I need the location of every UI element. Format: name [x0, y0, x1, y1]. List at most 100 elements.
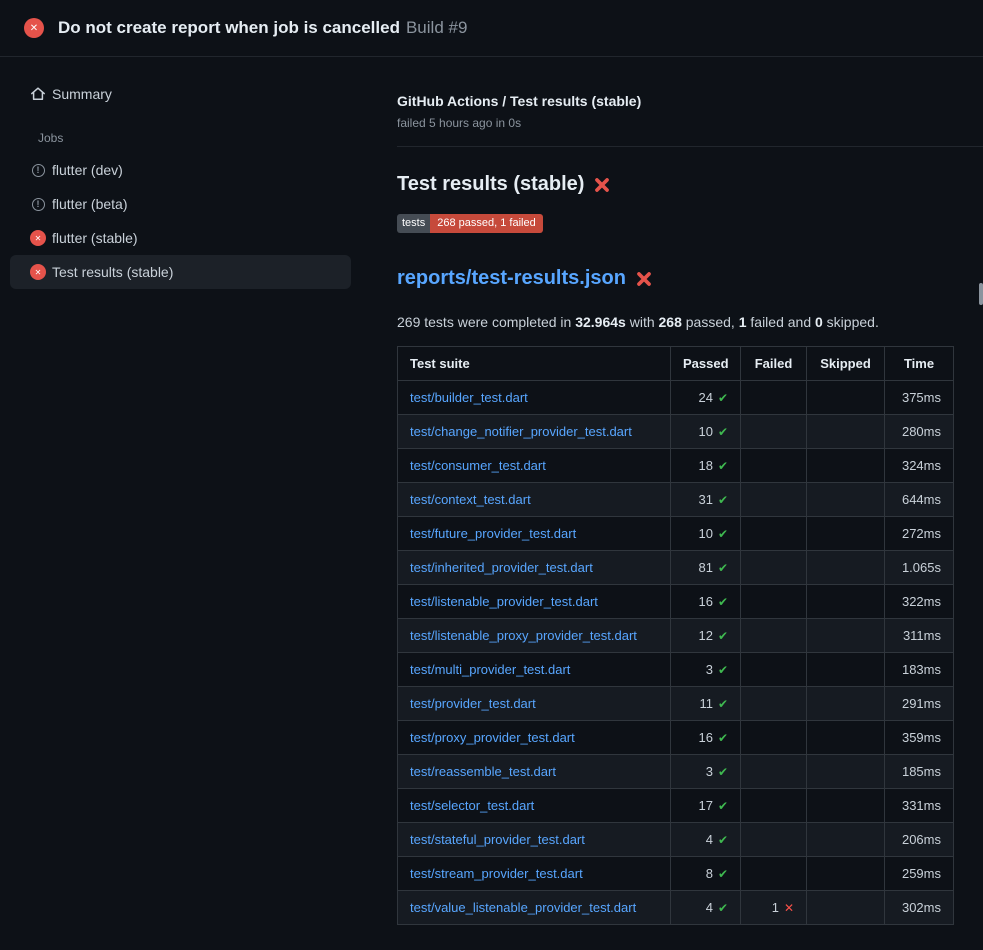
- passed-count: 17: [698, 798, 712, 813]
- failed-count: 1: [772, 900, 779, 915]
- sidebar-item-flutter-stable[interactable]: flutter (stable): [10, 221, 351, 255]
- time-value: 1.065s: [885, 551, 954, 585]
- suite-link[interactable]: test/stream_provider_test.dart: [410, 866, 583, 881]
- divider: [397, 146, 983, 147]
- sidebar-item-flutter-beta[interactable]: flutter (beta): [10, 187, 351, 221]
- results-table: Test suite Passed Failed Skipped Time te…: [397, 346, 954, 925]
- time-value: 291ms: [885, 687, 954, 721]
- suite-link[interactable]: test/inherited_provider_test.dart: [410, 560, 593, 575]
- passed-count: 4: [706, 832, 713, 847]
- suite-link[interactable]: test/context_test.dart: [410, 492, 531, 507]
- suite-link[interactable]: test/reassemble_test.dart: [410, 764, 556, 779]
- column-header-skipped: Skipped: [807, 347, 885, 381]
- job-neutral-icon: [30, 162, 46, 178]
- table-row: test/listenable_provider_test.dart 16✔ 3…: [398, 585, 954, 619]
- passed-count: 10: [698, 526, 712, 541]
- suite-link[interactable]: test/stateful_provider_test.dart: [410, 832, 585, 847]
- results-table-body: test/builder_test.dart 24 ✔ 375ms test/ch…: [398, 381, 954, 925]
- passed-count: 16: [698, 730, 712, 745]
- suite-link[interactable]: test/change_notifier_provider_test.dart: [410, 424, 632, 439]
- time-value: 185ms: [885, 755, 954, 789]
- sidebar-item-flutter-dev[interactable]: flutter (dev): [10, 153, 351, 187]
- column-header-failed: Failed: [741, 347, 807, 381]
- summary-mid1: with: [626, 314, 659, 330]
- passed-count: 3: [706, 662, 713, 677]
- passed-count: 81: [698, 560, 712, 575]
- suite-link[interactable]: test/provider_test.dart: [410, 696, 536, 711]
- table-row: test/consumer_test.dart 18✔ 324ms: [398, 449, 954, 483]
- suite-link[interactable]: test/future_provider_test.dart: [410, 526, 576, 541]
- suite-link[interactable]: test/selector_test.dart: [410, 798, 534, 813]
- run-build-number: Build #9: [406, 18, 467, 37]
- table-row: test/proxy_provider_test.dart 16 ✔ 359ms: [398, 721, 954, 755]
- column-header-test-suite: Test suite: [398, 347, 671, 381]
- check-icon: ✔: [718, 833, 728, 847]
- table-row: test/multi_provider_test.dart 3✔ 183ms: [398, 653, 954, 687]
- report-link-heading[interactable]: reports/test-results.json: [397, 267, 953, 290]
- suite-link[interactable]: test/consumer_test.dart: [410, 458, 546, 473]
- time-value: 644ms: [885, 483, 954, 517]
- badge-value: 268 passed, 1 failed: [430, 214, 542, 233]
- time-value: 259ms: [885, 857, 954, 891]
- check-icon: ✔: [718, 391, 728, 405]
- suite-link[interactable]: test/builder_test.dart: [410, 390, 528, 405]
- suite-link[interactable]: test/proxy_provider_test.dart: [410, 730, 575, 745]
- check-icon: ✔: [718, 459, 728, 473]
- time-value: 375ms: [885, 381, 954, 415]
- summary-mid3: failed and: [747, 314, 816, 330]
- job-failed-icon: [30, 264, 46, 280]
- summary-failed-count: 1: [739, 314, 747, 330]
- table-row: test/reassemble_test.dart 3✔ 185ms: [398, 755, 954, 789]
- job-neutral-icon: [30, 196, 46, 212]
- x-icon: ✕: [784, 901, 794, 915]
- check-icon: ✔: [718, 595, 728, 609]
- suite-link[interactable]: test/listenable_proxy_provider_test.dart: [410, 628, 637, 643]
- time-value: 280ms: [885, 415, 954, 449]
- tests-badge: tests 268 passed, 1 failed: [397, 214, 543, 233]
- failed-x-icon: [635, 270, 653, 288]
- time-value: 302ms: [885, 891, 954, 925]
- jobs-section-label: Jobs: [38, 131, 365, 145]
- failed-x-icon: [593, 176, 611, 194]
- check-icon: ✔: [718, 765, 728, 779]
- sidebar-item-label: Test results (stable): [52, 264, 173, 280]
- passed-count: 12: [698, 628, 712, 643]
- sidebar-item-label: flutter (stable): [52, 230, 138, 246]
- check-icon: ✔: [718, 901, 728, 915]
- check-icon: ✔: [718, 799, 728, 813]
- suite-link[interactable]: test/value_listenable_provider_test.dart: [410, 900, 636, 915]
- summary-duration: 32.964s: [575, 314, 626, 330]
- summary-mid2: passed,: [682, 314, 739, 330]
- check-icon: ✔: [718, 527, 728, 541]
- table-row: test/builder_test.dart 24 ✔ 375ms: [398, 381, 954, 415]
- summary-line: 269 tests were completed in 32.964s with…: [397, 314, 953, 330]
- sidebar-item-summary[interactable]: Summary: [10, 77, 351, 111]
- table-row: test/stream_provider_test.dart 8✔ 259ms: [398, 857, 954, 891]
- sidebar-item-label: Summary: [52, 86, 112, 102]
- time-value: 311ms: [885, 619, 954, 653]
- badge-label: tests: [397, 214, 430, 233]
- summary-passed-count: 268: [659, 314, 682, 330]
- time-value: 324ms: [885, 449, 954, 483]
- check-icon: ✔: [718, 867, 728, 881]
- passed-count: 24: [698, 390, 712, 405]
- sidebar-item-test-results-stable[interactable]: Test results (stable): [10, 255, 351, 289]
- check-icon: ✔: [718, 561, 728, 575]
- run-title-text: Do not create report when job is cancell…: [58, 18, 400, 37]
- table-row: test/inherited_provider_test.dart 81 ✔ 1.…: [398, 551, 954, 585]
- check-icon: ✔: [718, 425, 728, 439]
- suite-link[interactable]: test/listenable_provider_test.dart: [410, 594, 598, 609]
- report-link-text[interactable]: reports/test-results.json: [397, 267, 626, 290]
- suite-link[interactable]: test/multi_provider_test.dart: [410, 662, 570, 677]
- home-icon: [30, 86, 46, 102]
- run-status-line: failed 5 hours ago in 0s: [397, 116, 953, 130]
- passed-count: 11: [699, 696, 713, 711]
- scrollbar-thumb[interactable]: [979, 283, 983, 305]
- sidebar-item-label: flutter (dev): [52, 162, 123, 178]
- table-row: test/value_listenable_provider_test.dart…: [398, 891, 954, 925]
- sidebar-item-label: flutter (beta): [52, 196, 127, 212]
- check-icon: ✔: [718, 731, 728, 745]
- time-value: 359ms: [885, 721, 954, 755]
- passed-count: 10: [698, 424, 712, 439]
- main-content: GitHub Actions / Test results (stable) f…: [365, 57, 983, 925]
